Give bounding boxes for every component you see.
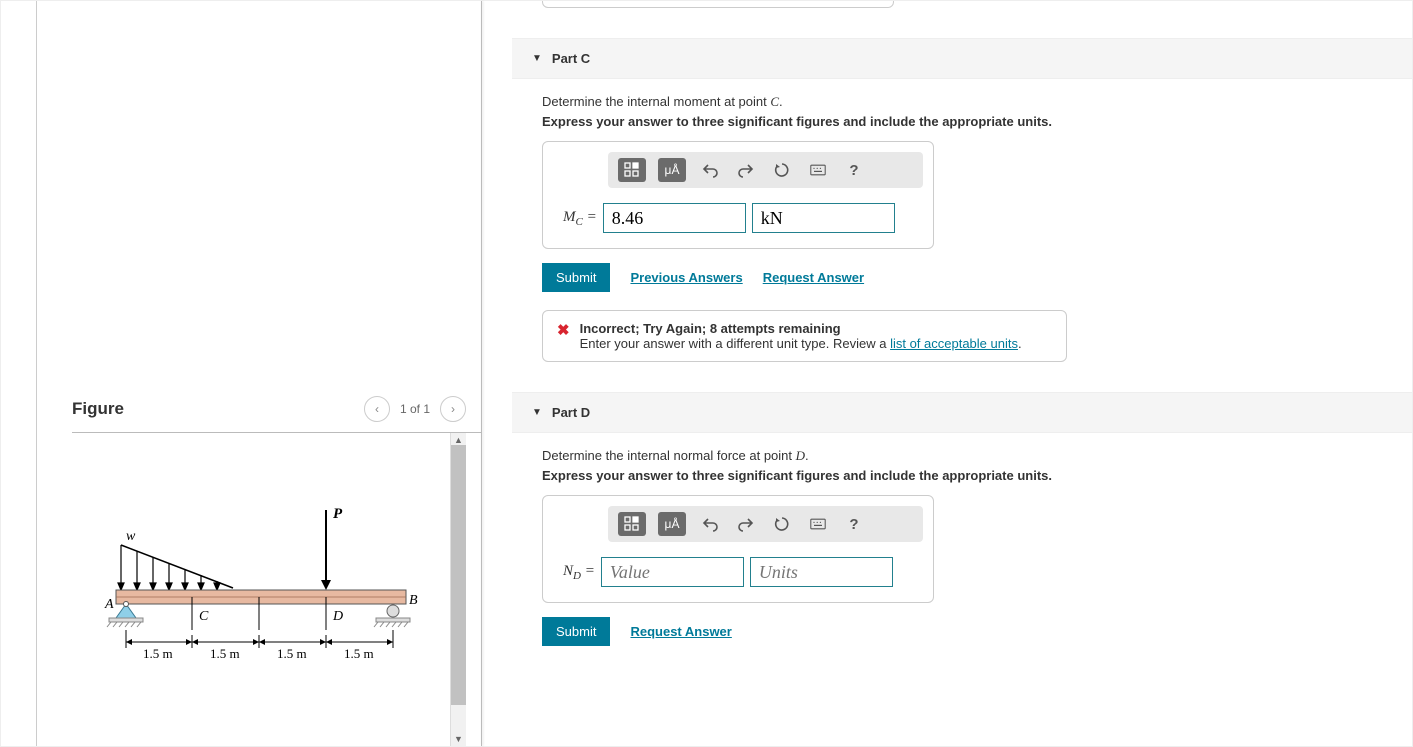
scroll-down-icon[interactable]: ▼ (454, 734, 463, 744)
figure-title: Figure (72, 399, 124, 419)
figure-prev-button[interactable]: ‹ (364, 396, 390, 422)
part-d-header[interactable]: ▼ Part D (512, 392, 1412, 433)
redo-icon[interactable] (734, 512, 758, 536)
svg-text:1.5 m: 1.5 m (210, 646, 240, 661)
part-c-units-input[interactable] (752, 203, 895, 233)
figure-next-button[interactable]: › (440, 396, 466, 422)
svg-text:B: B (409, 593, 418, 608)
svg-text:1.5 m: 1.5 m (277, 646, 307, 661)
units-tool-icon[interactable]: μÅ (658, 512, 686, 536)
svg-text:1.5 m: 1.5 m (143, 646, 173, 661)
part-d-title: Part D (552, 405, 590, 420)
svg-text:D: D (332, 609, 343, 624)
svg-text:C: C (199, 609, 209, 624)
figure-panel: Figure ‹ 1 of 1 › P w (36, 1, 481, 746)
keyboard-icon[interactable] (806, 158, 830, 182)
figure-page-count: 1 of 1 (400, 402, 430, 416)
template-icon[interactable] (618, 512, 646, 536)
figure-pager: ‹ 1 of 1 › (364, 396, 466, 422)
figure-scrollbar[interactable]: ▲ ▼ (450, 433, 466, 746)
caret-down-icon: ▼ (532, 53, 542, 64)
reset-icon[interactable] (770, 512, 794, 536)
part-c-prompt: Determine the internal moment at point C… (542, 94, 1412, 110)
part-c-previous-answers-link[interactable]: Previous Answers (630, 270, 742, 285)
part-c-header[interactable]: ▼ Part C (512, 38, 1412, 79)
scroll-up-icon[interactable]: ▲ (454, 435, 463, 445)
redo-icon[interactable] (734, 158, 758, 182)
caret-down-icon: ▼ (532, 407, 542, 418)
answer-toolbar: μÅ ? (608, 506, 923, 542)
answer-toolbar: μÅ ? (608, 152, 923, 188)
part-c-instruction: Express your answer to three significant… (542, 114, 1412, 129)
part-d-prompt: Determine the internal normal force at p… (542, 448, 1412, 464)
part-c-answer-box: μÅ ? (542, 141, 934, 249)
help-icon[interactable]: ? (842, 512, 866, 536)
acceptable-units-link[interactable]: list of acceptable units (890, 336, 1018, 351)
part-d-request-answer-link[interactable]: Request Answer (630, 624, 731, 639)
part-d-answer-box: μÅ ? (542, 495, 934, 603)
reset-icon[interactable] (770, 158, 794, 182)
part-d-units-input[interactable] (750, 557, 893, 587)
part-d-submit-button[interactable]: Submit (542, 617, 610, 646)
collapsed-previous-part (542, 1, 894, 8)
part-c-feedback: ✖ Incorrect; Try Again; 8 attempts remai… (542, 310, 1067, 362)
part-d-variable: ND = (563, 563, 595, 582)
keyboard-icon[interactable] (806, 512, 830, 536)
undo-icon[interactable] (698, 158, 722, 182)
svg-text:A: A (104, 597, 114, 612)
help-icon[interactable]: ? (842, 158, 866, 182)
part-d-instruction: Express your answer to three significant… (542, 468, 1412, 483)
svg-text:P: P (333, 506, 343, 522)
part-d-value-input[interactable] (601, 557, 744, 587)
svg-text:w: w (126, 529, 136, 544)
feedback-title: Incorrect; Try Again; 8 attempts remaini… (580, 321, 1022, 336)
part-c-title: Part C (552, 51, 590, 66)
part-c-submit-button[interactable]: Submit (542, 263, 610, 292)
units-tool-icon[interactable]: μÅ (658, 158, 686, 182)
feedback-message: Enter your answer with a different unit … (580, 336, 1022, 351)
part-c-request-answer-link[interactable]: Request Answer (763, 270, 864, 285)
undo-icon[interactable] (698, 512, 722, 536)
template-icon[interactable] (618, 158, 646, 182)
svg-text:1.5 m: 1.5 m (344, 646, 374, 661)
part-c-value-input[interactable] (603, 203, 746, 233)
incorrect-icon: ✖ (557, 321, 570, 351)
part-c-variable: MC = (563, 209, 597, 228)
beam-diagram: P w (72, 433, 450, 746)
